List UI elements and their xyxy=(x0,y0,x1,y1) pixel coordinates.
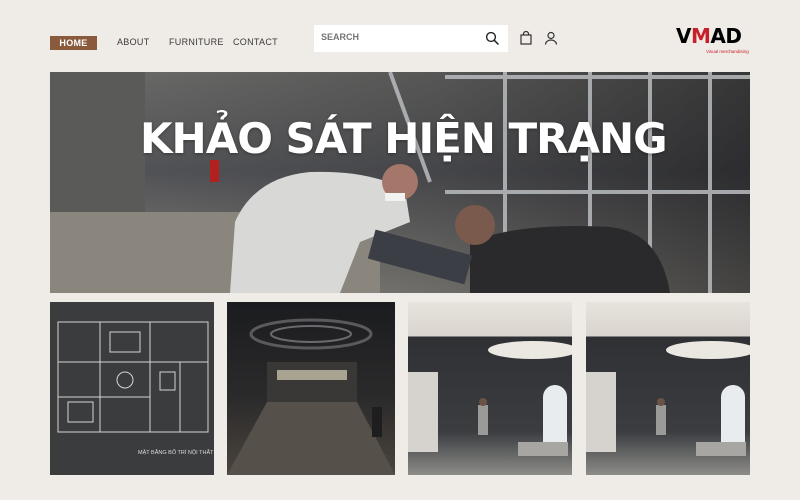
gallery-thumb-floor-plan[interactable]: MẶT BẰNG BỐ TRÍ NỘI THẤT xyxy=(50,302,214,475)
room-view-image-1 xyxy=(408,341,572,456)
gallery-thumb-room-view-1[interactable] xyxy=(408,302,572,475)
logo-tagline: Visual merchandising xyxy=(706,49,749,54)
search-input[interactable] xyxy=(321,32,481,42)
floor-plan-caption: MẶT BẰNG BỐ TRÍ NỘI THẤT xyxy=(138,450,214,456)
shopping-bag-icon[interactable] xyxy=(519,30,533,45)
brand-logo[interactable]: VMAD Visual merchandising xyxy=(676,24,756,56)
top-navigation: HOME ABOUT FURNITURE CONTACT VMAD Visual… xyxy=(0,0,800,70)
hero-banner: KHẢO SÁT HIỆN TRẠNG xyxy=(50,72,750,293)
nav-contact[interactable]: CONTACT xyxy=(233,37,278,47)
nav-home[interactable]: HOME xyxy=(50,36,97,50)
room-view-image-2 xyxy=(586,341,750,456)
nav-furniture[interactable]: FURNITURE xyxy=(169,37,224,47)
nav-about[interactable]: ABOUT xyxy=(117,37,150,47)
hero-title: KHẢO SÁT HIỆN TRẠNG xyxy=(140,114,668,163)
gallery-thumb-site-interior[interactable] xyxy=(227,302,395,475)
user-icon[interactable] xyxy=(544,31,558,45)
site-interior-image xyxy=(227,318,395,475)
search-box xyxy=(314,25,508,52)
construction-scene-image xyxy=(50,72,750,293)
gallery-thumb-room-view-2[interactable] xyxy=(586,302,750,475)
search-icon[interactable] xyxy=(485,31,500,46)
